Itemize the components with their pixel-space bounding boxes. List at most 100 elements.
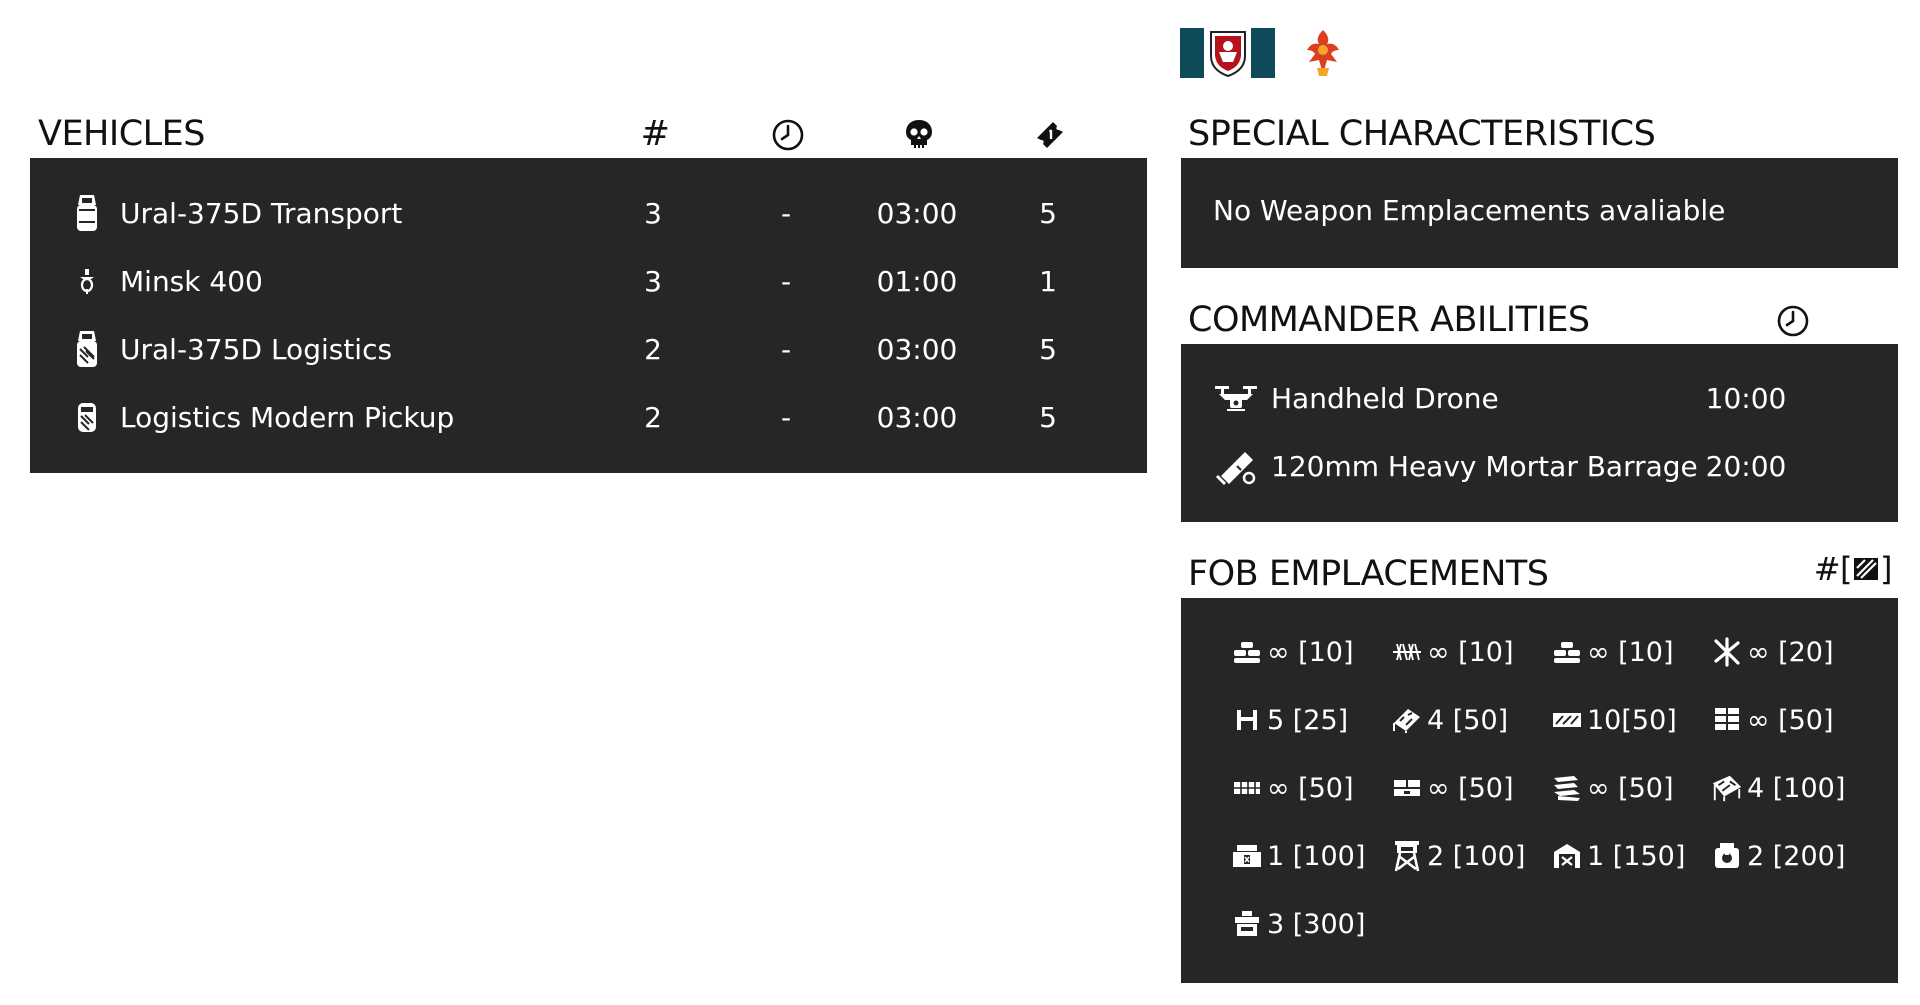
fob-item[interactable]: ∞ [10]	[1391, 618, 1551, 686]
vehicles-header: VEHICLES #	[38, 110, 1148, 158]
vehicle-name: Ural-375D Logistics	[120, 332, 393, 366]
vehicle-name: Ural-375D Transport	[120, 196, 403, 230]
fob-item[interactable]: 4 [50]	[1391, 686, 1551, 754]
razorwire-icon	[1391, 635, 1423, 669]
fob-item[interactable]: 2 [200]	[1711, 822, 1871, 890]
fob-item-value: 5 [25]	[1267, 704, 1349, 736]
vehicle-respawn: 03:00	[876, 332, 958, 366]
vehicle-name: Minsk 400	[120, 264, 263, 298]
stack-wall-icon	[1551, 771, 1583, 805]
fob-item[interactable]: ∞ [50]	[1551, 754, 1711, 822]
fob-item[interactable]: 2 [100]	[1391, 822, 1551, 890]
fob-item-value: ∞ [10]	[1587, 636, 1674, 668]
fob-header: FOB EMPLACEMENTS #[ ]	[1188, 550, 1898, 598]
logistics-truck-icon	[72, 329, 102, 369]
fob-item-value: 2 [200]	[1747, 840, 1846, 872]
hab-icon	[1711, 839, 1743, 873]
fob-item[interactable]: 5 [25]	[1231, 686, 1391, 754]
fob-item-value: ∞ [10]	[1267, 636, 1354, 668]
fob-grid: ∞ [10] ∞ [10] ∞ [10] ∞ [20] 5 [25] 4 [50] 10[5…	[1231, 618, 1871, 958]
fob-item[interactable]: 10[50]	[1551, 686, 1711, 754]
motorbike-icon	[72, 261, 102, 301]
fob-item-value: 2 [100]	[1427, 840, 1526, 872]
fob-item-value: ∞ [50]	[1587, 772, 1674, 804]
vehicle-count: 3	[644, 196, 662, 230]
fob-column-header: #[ ]	[1813, 550, 1893, 588]
bunker-icon	[1231, 907, 1263, 941]
fob-item[interactable]: ∞ [50]	[1711, 686, 1871, 754]
vehicle-delay: -	[780, 196, 792, 230]
drone-icon	[1213, 378, 1259, 418]
fob-column-label-end: ]	[1880, 550, 1892, 588]
vehicle-row[interactable]: Logistics Modern Pickup 2 - 03:00 5	[30, 383, 1147, 451]
construction-icon	[1852, 554, 1880, 584]
ability-row[interactable]: Handheld Drone 10:00	[1181, 364, 1898, 432]
vehicle-delay: -	[780, 400, 792, 434]
faction-emblem-icon	[1301, 28, 1345, 78]
camo-wall-icon	[1551, 703, 1583, 737]
fob-item-value: 4 [100]	[1747, 772, 1846, 804]
camo-large-icon	[1711, 771, 1743, 805]
fob-item[interactable]: 4 [100]	[1711, 754, 1871, 822]
special-panel: No Weapon Emplacements avaliable	[1181, 158, 1898, 268]
clock-icon	[1776, 304, 1810, 338]
fob-item[interactable]: 1 [100]	[1231, 822, 1391, 890]
bunker-wall-icon	[1391, 771, 1423, 805]
vehicle-count: 3	[644, 264, 662, 298]
fob-item-value: ∞ [50]	[1267, 772, 1354, 804]
vehicle-tickets: 5	[1039, 332, 1057, 366]
fob-title: FOB EMPLACEMENTS	[1188, 554, 1549, 594]
ticket-icon	[1000, 118, 1100, 152]
vehicle-respawn: 01:00	[876, 264, 958, 298]
pickup-icon	[72, 397, 102, 437]
fob-column-label: #[	[1813, 550, 1853, 588]
fob-panel: ∞ [10] ∞ [10] ∞ [10] ∞ [20] 5 [25] 4 [50] 10[5…	[1181, 598, 1898, 983]
vehicle-respawn: 03:00	[876, 196, 958, 230]
ammo-crate-icon	[1231, 839, 1263, 873]
skull-icon	[869, 118, 969, 150]
vehicle-count: 2	[644, 400, 662, 434]
repair-station-icon	[1551, 839, 1583, 873]
fob-item[interactable]: 3 [300]	[1231, 890, 1391, 958]
commander-header: COMMANDER ABILITIES	[1188, 296, 1888, 344]
special-header: SPECIAL CHARACTERISTICS	[1188, 110, 1888, 158]
fob-item[interactable]: ∞ [50]	[1391, 754, 1551, 822]
commander-title: COMMANDER ABILITIES	[1188, 300, 1590, 340]
fob-item[interactable]: ∞ [10]	[1231, 618, 1391, 686]
count-column-header: #	[640, 114, 670, 154]
sandbag-wall-icon	[1711, 703, 1743, 737]
fob-item[interactable]: 1 [150]	[1551, 822, 1711, 890]
vehicle-row[interactable]: Minsk 400 3 - 01:00 1	[30, 247, 1147, 315]
vehicle-delay: -	[780, 264, 792, 298]
vehicle-delay: -	[780, 332, 792, 366]
fob-item[interactable]: ∞ [50]	[1231, 754, 1391, 822]
barrier-icon	[1231, 703, 1263, 737]
vehicle-count: 2	[644, 332, 662, 366]
vehicle-row[interactable]: Ural-375D Transport 3 - 03:00 5	[30, 179, 1147, 247]
faction-banner	[1180, 28, 1345, 78]
special-title: SPECIAL CHARACTERISTICS	[1188, 114, 1656, 154]
camo-net-icon	[1391, 703, 1423, 737]
special-text: No Weapon Emplacements avaliable	[1213, 194, 1726, 227]
fob-item-value: ∞ [20]	[1747, 636, 1834, 668]
mortar-icon	[1213, 446, 1259, 486]
truck-icon	[72, 193, 102, 233]
ability-row[interactable]: 120mm Heavy Mortar Barrage 20:00	[1181, 432, 1898, 500]
vehicles-title: VEHICLES	[38, 114, 205, 154]
fob-item[interactable]: ∞ [10]	[1551, 618, 1711, 686]
fob-item-value: ∞ [50]	[1747, 704, 1834, 736]
tank-trap-icon	[1711, 635, 1743, 669]
vehicle-tickets: 5	[1039, 196, 1057, 230]
sandbag-icon	[1231, 635, 1263, 669]
sandbag-icon	[1551, 635, 1583, 669]
ability-name: 120mm Heavy Mortar Barrage	[1271, 449, 1698, 483]
commander-panel: Handheld Drone 10:00 120mm Heavy Mortar …	[1181, 344, 1898, 522]
fob-item[interactable]: ∞ [20]	[1711, 618, 1871, 686]
vehicle-row[interactable]: Ural-375D Logistics 2 - 03:00 5	[30, 315, 1147, 383]
vehicle-tickets: 5	[1039, 400, 1057, 434]
vehicle-respawn: 03:00	[876, 400, 958, 434]
ability-time: 20:00	[1705, 449, 1787, 483]
watchtower-icon	[1391, 839, 1423, 873]
fob-item-value: 3 [300]	[1267, 908, 1366, 940]
ability-name: Handheld Drone	[1271, 381, 1499, 415]
